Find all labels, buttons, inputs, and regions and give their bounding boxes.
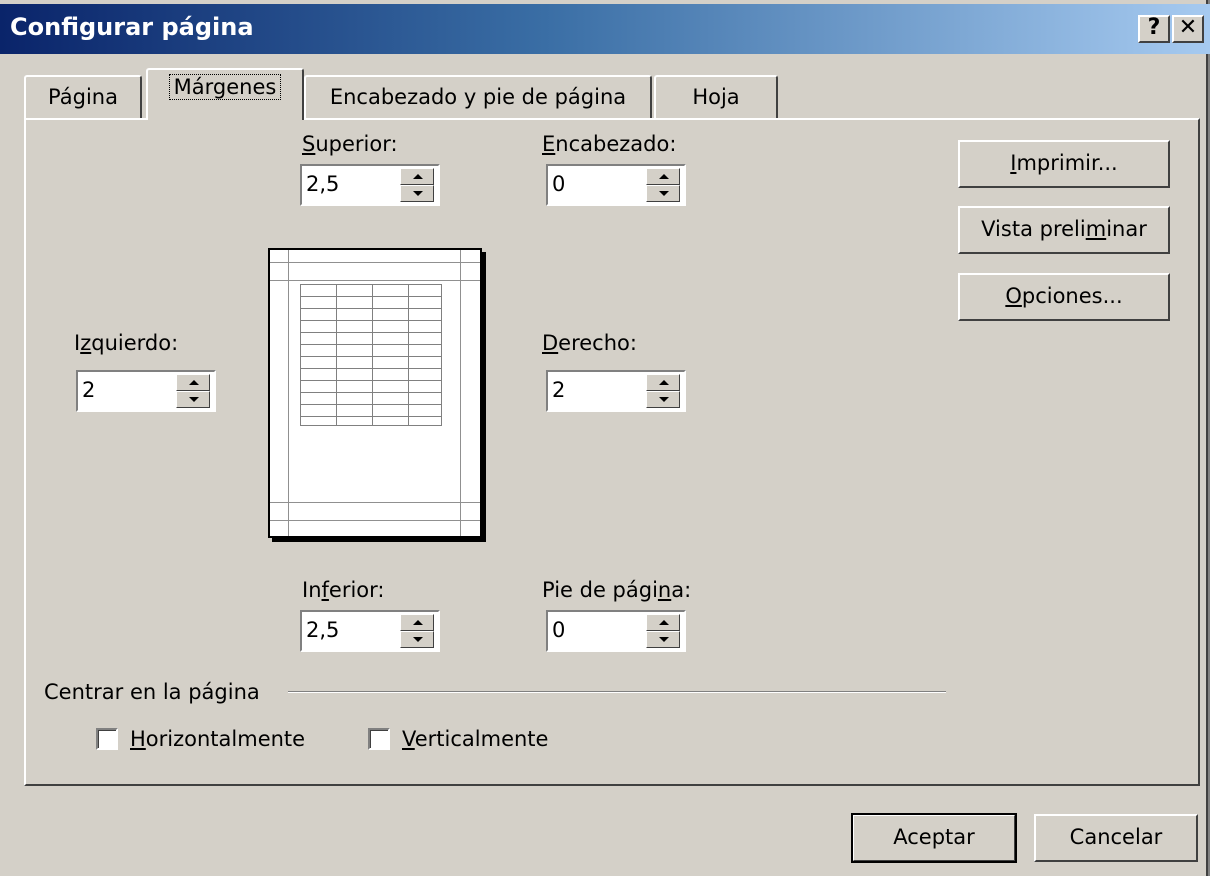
inferior-label: Inferior: (302, 578, 385, 602)
spin-up-arrow-icon[interactable] (176, 374, 210, 391)
spin-down-arrow-icon[interactable] (646, 631, 680, 648)
spin-up-arrow-icon[interactable] (646, 614, 680, 631)
izquierdo-spinner[interactable] (76, 370, 216, 412)
spin-up-arrow-icon[interactable] (646, 168, 680, 185)
window-title: Configurar página (10, 13, 254, 41)
vertical-label[interactable]: Verticalmente (402, 727, 548, 751)
close-button[interactable]: ✕ (1172, 15, 1204, 43)
derecho-label: Derecho: (542, 331, 637, 355)
horizontal-label[interactable]: Horizontalmente (130, 727, 305, 751)
spin-up-arrow-icon[interactable] (400, 168, 434, 185)
title-bar: Configurar página ? ✕ (0, 4, 1210, 54)
spin-down-arrow-icon[interactable] (646, 391, 680, 408)
tab-encabezado-pie[interactable]: Encabezado y pie de página (304, 75, 652, 119)
pie-label: Pie de página: (542, 578, 692, 602)
bottom-margin-guide-line (270, 502, 480, 503)
derecho-spinner[interactable] (546, 370, 686, 412)
spin-down-arrow-icon[interactable] (400, 185, 434, 202)
inferior-spinner[interactable] (300, 610, 440, 652)
izquierdo-input[interactable] (80, 374, 168, 406)
help-button[interactable]: ? (1138, 15, 1170, 43)
tab-label: Página (48, 85, 118, 109)
center-group-label: Centrar en la página (44, 680, 260, 704)
tab-label: Hoja (692, 85, 740, 109)
right-margin-guide-line (460, 250, 461, 536)
ok-button[interactable]: Aceptar (851, 813, 1017, 863)
tab-margenes[interactable]: Márgenes (146, 68, 304, 120)
cancel-button[interactable]: Cancelar (1034, 814, 1198, 862)
page-preview (268, 248, 482, 538)
pie-input[interactable] (550, 614, 638, 646)
derecho-input[interactable] (550, 374, 638, 406)
horizontal-checkbox[interactable] (96, 728, 118, 750)
print-button[interactable]: Imprimir... (958, 140, 1170, 188)
page-setup-dialog: Configurar página ? ✕ Página Márgenes En… (0, 0, 1210, 876)
tab-pagina[interactable]: Página (24, 75, 142, 119)
options-button[interactable]: Opciones... (958, 273, 1170, 321)
superior-label: Superior: (302, 132, 398, 156)
top-margin-guide-line (270, 280, 480, 281)
pie-spinner[interactable] (546, 610, 686, 652)
spin-up-arrow-icon[interactable] (646, 374, 680, 391)
inferior-input[interactable] (304, 614, 392, 646)
left-margin-guide-line (288, 250, 289, 536)
sheet-grid-preview (300, 284, 442, 426)
tab-label: Márgenes (168, 74, 282, 100)
superior-spinner[interactable] (300, 164, 440, 206)
tab-hoja[interactable]: Hoja (654, 75, 778, 119)
izquierdo-label: Izquierdo: (74, 331, 179, 355)
spin-up-arrow-icon[interactable] (400, 614, 434, 631)
superior-input[interactable] (304, 168, 392, 200)
header-guide-line (270, 262, 480, 263)
encabezado-spinner[interactable] (546, 164, 686, 206)
spin-down-arrow-icon[interactable] (400, 631, 434, 648)
encabezado-input[interactable] (550, 168, 638, 200)
group-divider (288, 691, 946, 693)
spin-down-arrow-icon[interactable] (646, 185, 680, 202)
encabezado-label: Encabezado: (542, 132, 677, 156)
tab-label: Encabezado y pie de página (329, 85, 627, 109)
spin-down-arrow-icon[interactable] (176, 391, 210, 408)
vertical-checkbox[interactable] (368, 728, 390, 750)
footer-guide-line (270, 520, 480, 521)
print-preview-button[interactable]: Vista preliminar (958, 206, 1170, 254)
